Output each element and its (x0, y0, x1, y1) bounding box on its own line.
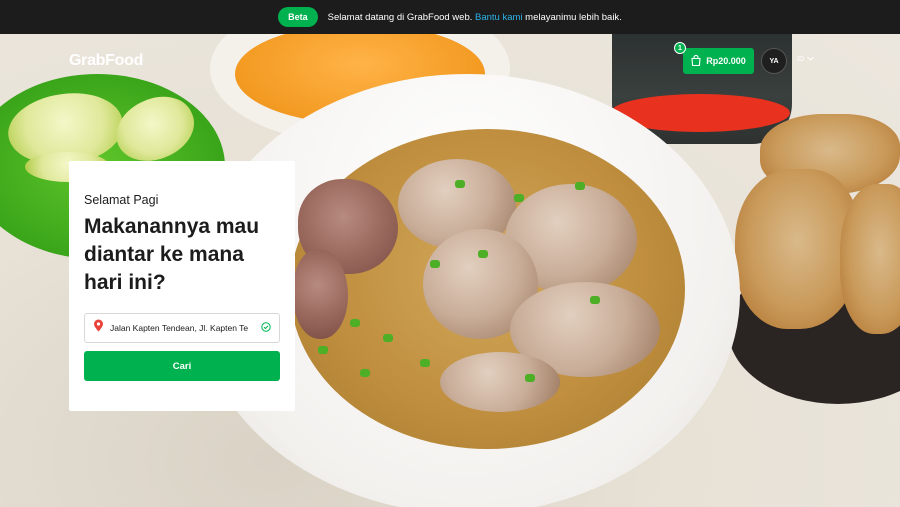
meatball (293, 249, 348, 339)
banner-message: Selamat datang di GrabFood web. Bantu ka… (328, 12, 622, 23)
user-avatar[interactable]: YA (761, 48, 787, 74)
scallion (525, 374, 535, 382)
scallion (350, 319, 360, 327)
cart-amount: Rp20.000 (706, 56, 746, 66)
language-label: ID (797, 56, 804, 63)
beta-badge: Beta (278, 7, 318, 27)
location-input[interactable]: Jalan Kapten Tendean, Jl. Kapten Te (84, 313, 280, 343)
scallion (455, 180, 465, 188)
check-circle-icon[interactable] (261, 319, 271, 337)
scallion (430, 260, 440, 268)
fried-tofu (840, 184, 900, 334)
scallion (360, 369, 370, 377)
shopping-bag-icon (691, 54, 701, 68)
scallion (420, 359, 430, 367)
scallion (478, 250, 488, 258)
headline-text: Makanannya mau diantar ke mana hari ini? (84, 215, 260, 294)
language-selector[interactable]: ID (797, 56, 814, 63)
scallion (514, 194, 524, 202)
scallion (590, 296, 600, 304)
scallion (318, 346, 328, 354)
search-button[interactable]: Cari (84, 351, 280, 381)
grabfood-logo[interactable]: GrabFood (69, 52, 143, 70)
beta-banner: Beta Selamat datang di GrabFood web. Ban… (0, 0, 900, 34)
location-pin-icon (93, 319, 104, 337)
cart-count-badge: 1 (674, 42, 686, 54)
banner-text-end: melayanimu lebih baik. (522, 11, 622, 23)
greeting-text: Selamat Pagi (84, 193, 159, 207)
banner-text: Selamat datang di GrabFood web. (327, 11, 476, 23)
scallion (383, 334, 393, 342)
scallion (575, 182, 585, 190)
delivery-location-card: Selamat Pagi Makanannya mau diantar ke m… (69, 161, 295, 411)
cart-button[interactable]: Rp20.000 (683, 48, 754, 74)
meatball (440, 352, 560, 412)
feedback-link[interactable]: Bantu kami (475, 12, 523, 23)
location-value: Jalan Kapten Tendean, Jl. Kapten Te (110, 323, 249, 333)
chevron-down-icon (807, 56, 814, 63)
